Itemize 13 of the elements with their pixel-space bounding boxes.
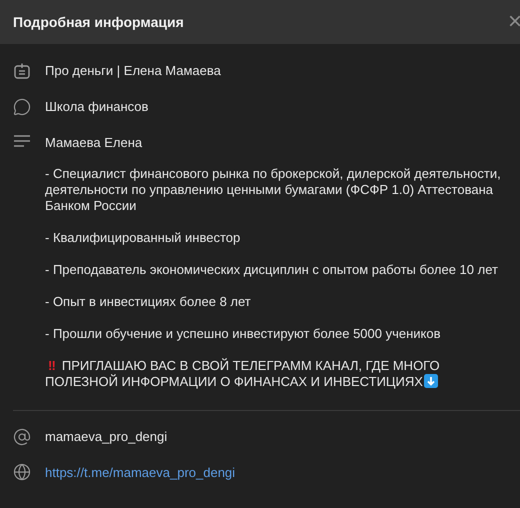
author-name: Мамаева Елена [45,134,144,152]
description-paragraph: - Специалист финансового рынка по брокерской, дилерской деятельности, деятельности по управлению ценными бумагами (ФСФР 1.0) Аттестована Банком России [45,166,502,214]
channel-link[interactable]: https://t.me/mamaeva_pro_dengi [45,462,236,482]
invite-paragraph: ‼ ПРИГЛАШАЮ ВАС В СВОЙ ТЕЛЕГРАММ КАНАЛ, ГДЕ МНОГО ПОЛЕЗНОЙ ИНФОРМАЦИИ О ФИНАНСАХ И ИНВЕСТИЦИЯХ [45,358,441,390]
description-paragraph: - Квалифицированный инвестор [45,230,242,246]
description-paragraph: - Преподаватель экономических дисциплин с опытом работы более 10 лет [45,262,499,278]
username: mamaeva_pro_dengi [45,428,168,446]
channel-name: Про деньги | Елена Мамаева [45,62,221,80]
dialog-title: Подробная информация [13,12,184,32]
close-button[interactable]: × [508,10,520,34]
description-paragraph: - Опыт в инвестициях более 8 лет [45,294,252,310]
description-paragraph: - Прошли обучение и успешно инвестируют более 5000 учеников [45,326,442,342]
chat-name: Школа финансов [45,98,148,116]
